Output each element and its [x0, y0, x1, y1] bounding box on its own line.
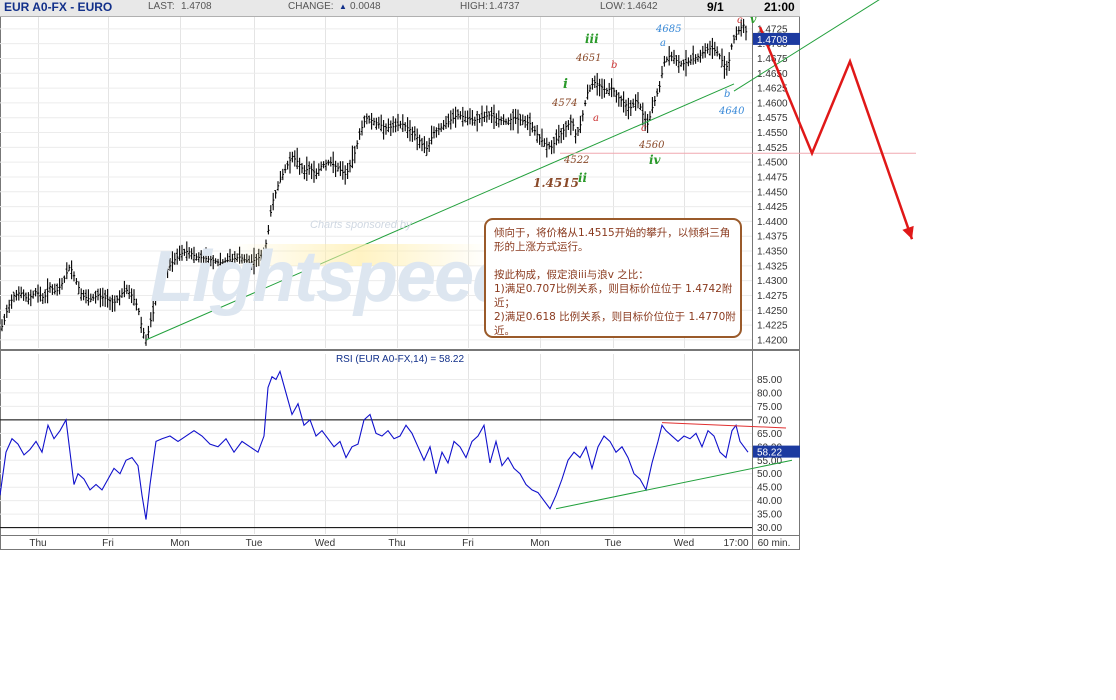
high-label: HIGH: [460, 1, 488, 12]
price-axis-tick: 1.4275 [757, 291, 788, 302]
low-value: 1.4642 [627, 1, 658, 12]
chart-header-bar [0, 0, 800, 17]
rsi-axis-tick: 70.00 [757, 415, 782, 426]
price-axis-tick: 1.4375 [757, 232, 788, 243]
wave-label: a [593, 113, 599, 124]
time-axis-tick: Thu [29, 538, 46, 549]
change-label: CHANGE: [288, 1, 334, 12]
time-axis-tick: Wed [674, 538, 694, 549]
last-label: LAST: [148, 1, 175, 12]
price-axis-tick: 1.4575 [757, 113, 788, 124]
note-line: 按此构成，假定浪iii与浪v 之比： [494, 269, 649, 281]
watermark-logo: Lightspeed [150, 237, 516, 317]
rsi-panel-frame [0, 350, 800, 550]
rsi-axis-tick: 75.00 [757, 402, 782, 413]
symbol-title: EUR A0-FX - EURO [4, 0, 113, 14]
change-value: 0.0048 [350, 1, 381, 12]
rsi-title: RSI (EUR A0-FX,14) = 58.22 [336, 354, 465, 365]
wave-label: c [641, 123, 647, 134]
time-value: 21:00 [764, 0, 795, 14]
price-axis-tick: 1.4250 [757, 306, 788, 317]
wave-label: ii [578, 171, 588, 185]
price-axis-tick: 1.4650 [757, 69, 788, 80]
price-axis-tick: 1.4325 [757, 261, 788, 272]
change-up-icon: ▲ [339, 2, 347, 11]
wave-label: b [724, 89, 730, 100]
wave-label: a [660, 38, 666, 49]
rsi-current-label: 58.22 [757, 448, 782, 459]
high-value: 1.4737 [489, 1, 520, 12]
last-value: 1.4708 [181, 1, 212, 12]
wave-label: i [563, 77, 568, 92]
wave-label: iv [649, 153, 662, 167]
rsi-line [0, 369, 749, 520]
chart-svg: 1.47251.47001.46751.46501.46251.46001.45… [0, 0, 916, 550]
price-axis-tick: 1.4450 [757, 187, 788, 198]
rsi-axis-tick: 65.00 [757, 429, 782, 440]
wave-label: iii [585, 32, 599, 46]
price-axis-tick: 1.4225 [757, 321, 788, 332]
time-axis-tick: Tue [605, 538, 622, 549]
wave-label: 4640 [718, 106, 745, 117]
analysis-note: 倾向于，将价格从1.4515开始的攀升，以倾斜三角形的上涨方式运行。 按此构成，… [484, 218, 742, 338]
low-label: LOW: [600, 1, 626, 12]
price-axis-tick: 1.4300 [757, 276, 788, 287]
time-axis-tick: Fri [102, 538, 114, 549]
wave-label: 4574 [551, 98, 577, 109]
price-axis-tick: 1.4425 [757, 202, 788, 213]
rsi-axis-tick: 30.00 [757, 523, 782, 534]
wave-label: 1.4515 [533, 176, 579, 190]
time-axis-tick: Thu [388, 538, 405, 549]
note-line: 2)满足0.618 比例关系，则目标价位位于 1.4770附近。 [494, 311, 736, 337]
watermark-sponsor: Charts sponsored by [310, 219, 412, 231]
rsi-axis-tick: 80.00 [757, 388, 782, 399]
rsi-axis-tick: 50.00 [757, 469, 782, 480]
price-axis-tick: 1.4200 [757, 335, 788, 346]
time-axis-tick: Mon [170, 538, 189, 549]
time-axis-tick: Wed [315, 538, 335, 549]
time-axis-tick: Fri [462, 538, 474, 549]
current-price-label: 1.4708 [757, 35, 788, 46]
note-line: 1)满足0.707比例关系，则目标价位位于 1.4742附近； [494, 283, 733, 309]
rsi-axis-tick: 45.00 [757, 483, 782, 494]
wave-label: 4685 [655, 24, 681, 35]
time-axis-tick: 17:00 [723, 538, 748, 549]
forecast-arrowhead [902, 225, 914, 240]
wave-label: 4651 [575, 53, 601, 64]
date-value: 9/1 [707, 0, 724, 14]
price-axis-tick: 1.4400 [757, 217, 788, 228]
price-axis-tick: 1.4475 [757, 172, 788, 183]
rsi-axis-tick: 85.00 [757, 375, 782, 386]
time-axis-tick: Tue [246, 538, 263, 549]
time-axis-tick: Mon [530, 538, 549, 549]
note-line: 倾向于，将价格从1.4515开始的攀升，以倾斜三角形的上涨方式运行。 [494, 227, 731, 253]
rsi-axis-tick: 35.00 [757, 510, 782, 521]
price-axis-tick: 1.4500 [757, 158, 788, 169]
price-axis-tick: 1.4550 [757, 128, 788, 139]
wave-label: 4522 [563, 155, 589, 166]
price-axis-tick: 1.4350 [757, 247, 788, 258]
wave-label: b [611, 60, 617, 71]
price-axis-tick: 1.4600 [757, 98, 788, 109]
time-interval-label: 60 min. [758, 538, 791, 549]
price-axis-tick: 1.4525 [757, 143, 788, 154]
wave-label: 4560 [638, 140, 665, 151]
rsi-axis-tick: 40.00 [757, 496, 782, 507]
